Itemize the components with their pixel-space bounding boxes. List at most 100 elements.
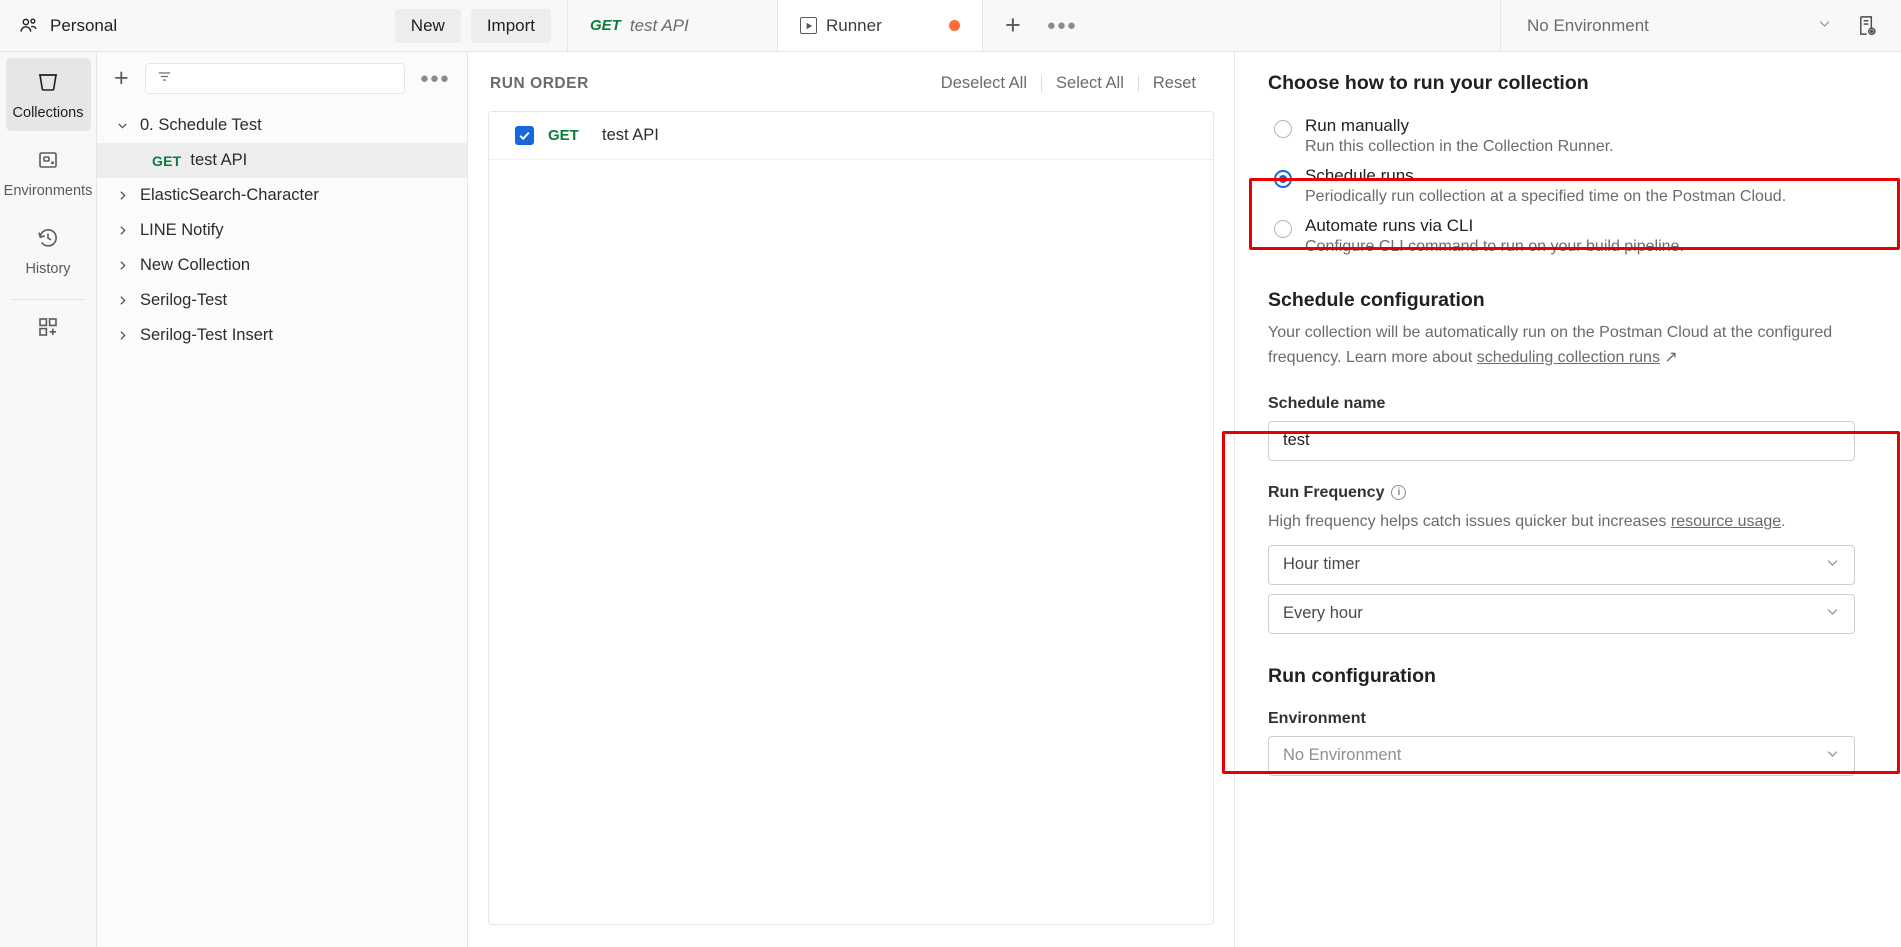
- helper-text-part-a: High frequency helps catch issues quicke…: [1268, 512, 1671, 530]
- chevron-right-icon[interactable]: [115, 259, 129, 272]
- ellipsis-icon[interactable]: ●●●: [1047, 17, 1077, 34]
- timer-type-select[interactable]: Hour timer: [1268, 544, 1855, 585]
- sidebar-item-environments[interactable]: Environments: [3, 136, 93, 209]
- tree-item-label: ElasticSearch-Character: [140, 186, 319, 204]
- plus-icon[interactable]: +: [110, 66, 133, 91]
- sidebar-item-collections[interactable]: Collections: [5, 58, 91, 131]
- reset-button[interactable]: Reset: [1139, 74, 1210, 93]
- checkbox-checked-icon[interactable]: [515, 126, 534, 145]
- run-mode-option-manual[interactable]: Run manually Run this collection in the …: [1268, 112, 1855, 156]
- chevron-right-icon[interactable]: [115, 329, 129, 342]
- tree-item-label: Serilog-Test Insert: [140, 326, 273, 344]
- environment-select[interactable]: No Environment: [1527, 16, 1840, 36]
- scheduling-collection-runs-link[interactable]: scheduling collection runs: [1477, 349, 1660, 366]
- run-order-title: RUN ORDER: [490, 74, 589, 92]
- run-order-row[interactable]: GET test API: [489, 112, 1213, 160]
- run-order-header: RUN ORDER Deselect All Select All Reset: [468, 52, 1234, 111]
- postman-app-window: Personal New Import GET test API Runner …: [0, 0, 1901, 947]
- chevron-right-icon[interactable]: [115, 224, 129, 237]
- tree-item-request[interactable]: GET test API: [97, 143, 467, 178]
- environment-selected-label: No Environment: [1527, 15, 1649, 35]
- collections-icon: [36, 70, 60, 98]
- tab-title: test API: [629, 15, 689, 35]
- add-modules-icon: [36, 315, 60, 343]
- helper-text-part-b: .: [1781, 512, 1786, 530]
- info-icon[interactable]: i: [1391, 485, 1407, 501]
- schedule-name-input[interactable]: [1268, 420, 1855, 461]
- radio-unselected-icon[interactable]: [1274, 120, 1292, 138]
- run-frequency-label-text: Run Frequency: [1268, 483, 1385, 501]
- plus-icon[interactable]: +: [1005, 12, 1021, 39]
- tree-item-collection[interactable]: ElasticSearch-Character: [97, 178, 467, 213]
- schedule-configuration-heading: Schedule configuration: [1268, 289, 1485, 311]
- eye-document-icon[interactable]: [1856, 14, 1879, 37]
- interval-select[interactable]: Every hour: [1268, 593, 1855, 634]
- environment-value: No Environment: [1283, 746, 1402, 765]
- schedule-configuration-description: Your collection will be automatically ru…: [1268, 321, 1855, 371]
- environment-selector-area: No Environment: [1501, 0, 1901, 51]
- app-body: Collections Environments History + ●●● 0…: [0, 52, 1901, 947]
- schedule-name-label: Schedule name: [1268, 394, 1386, 412]
- deselect-all-button[interactable]: Deselect All: [927, 74, 1041, 93]
- tree-item-collection[interactable]: Serilog-Test Insert: [97, 318, 467, 353]
- tree-item-collection[interactable]: 0. Schedule Test: [97, 108, 467, 143]
- run-configuration-heading: Run configuration: [1268, 664, 1436, 687]
- run-mode-title: Schedule runs: [1305, 166, 1414, 185]
- workspace-name[interactable]: Personal: [50, 16, 117, 36]
- tree-item-label: test API: [190, 151, 248, 169]
- tree-item-label: Serilog-Test: [140, 291, 228, 309]
- tab-test-api[interactable]: GET test API: [568, 0, 778, 51]
- request-method-label: GET: [548, 127, 579, 144]
- tree-item-collection[interactable]: New Collection: [97, 248, 467, 283]
- select-all-button[interactable]: Select All: [1042, 74, 1138, 93]
- run-mode-title: Automate runs via CLI: [1305, 216, 1474, 235]
- users-icon: [16, 14, 40, 38]
- filter-input[interactable]: [144, 63, 405, 94]
- run-configuration-content: Choose how to run your collection Run ma…: [1235, 52, 1901, 776]
- run-frequency-label: Run Frequency i: [1268, 484, 1855, 502]
- run-frequency-field-group: Run Frequency i High frequency helps cat…: [1268, 484, 1855, 634]
- run-mode-subtitle: Periodically run collection at a specifi…: [1305, 188, 1787, 205]
- tab-title: Runner: [826, 15, 882, 35]
- tab-runner[interactable]: Runner: [778, 0, 983, 51]
- chevron-down-icon[interactable]: [115, 119, 129, 132]
- environment-select[interactable]: No Environment: [1268, 735, 1855, 776]
- run-order-list: GET test API: [488, 111, 1214, 925]
- external-link-arrow-icon: ↗: [1664, 348, 1678, 366]
- import-button[interactable]: Import: [470, 8, 551, 43]
- chevron-right-icon[interactable]: [115, 294, 129, 307]
- tree-item-collection[interactable]: Serilog-Test: [97, 283, 467, 318]
- ellipsis-icon[interactable]: ●●●: [417, 70, 453, 87]
- tab-strip: GET test API Runner + ●●●: [568, 0, 1501, 51]
- history-clock-icon: [36, 226, 60, 254]
- chevron-down-icon: [1825, 746, 1840, 766]
- run-frequency-helper-text: High frequency helps catch issues quicke…: [1268, 510, 1855, 534]
- sidebar-item-apps[interactable]: [6, 309, 91, 353]
- run-configuration-panel: Choose how to run your collection Run ma…: [1235, 52, 1901, 947]
- sidebar-item-label: Environments: [3, 183, 93, 199]
- new-button[interactable]: New: [394, 8, 461, 43]
- rail-divider: [12, 299, 84, 300]
- run-mode-subtitle: Run this collection in the Collection Ru…: [1305, 138, 1614, 155]
- tree-item-collection[interactable]: LINE Notify: [97, 213, 467, 248]
- chevron-right-icon[interactable]: [115, 189, 129, 202]
- unsaved-indicator-dot: [949, 20, 960, 31]
- tab-method-label: GET: [590, 17, 621, 34]
- radio-selected-icon[interactable]: [1274, 170, 1292, 188]
- sidebar-item-label: History: [25, 261, 71, 277]
- sidebar-item-history[interactable]: History: [6, 214, 91, 287]
- filter-icon: [156, 68, 173, 90]
- left-rail: Collections Environments History: [0, 52, 97, 947]
- tab-actions: + ●●●: [983, 0, 1501, 51]
- run-mode-subtitle: Configure CLI command to run on your bui…: [1305, 238, 1684, 255]
- resource-usage-link[interactable]: resource usage: [1671, 513, 1781, 530]
- tree-item-label: New Collection: [140, 256, 251, 274]
- filter-text-field[interactable]: [180, 70, 394, 87]
- run-mode-option-cli[interactable]: Automate runs via CLI Configure CLI comm…: [1268, 212, 1855, 256]
- chevron-down-icon: [1825, 555, 1840, 575]
- tree-item-label: 0. Schedule Test: [140, 116, 262, 134]
- run-order-panel: RUN ORDER Deselect All Select All Reset …: [468, 52, 1235, 947]
- radio-unselected-icon[interactable]: [1274, 220, 1292, 238]
- run-mode-option-schedule[interactable]: Schedule runs Periodically run collectio…: [1268, 162, 1855, 206]
- environment-label: Environment: [1268, 709, 1366, 727]
